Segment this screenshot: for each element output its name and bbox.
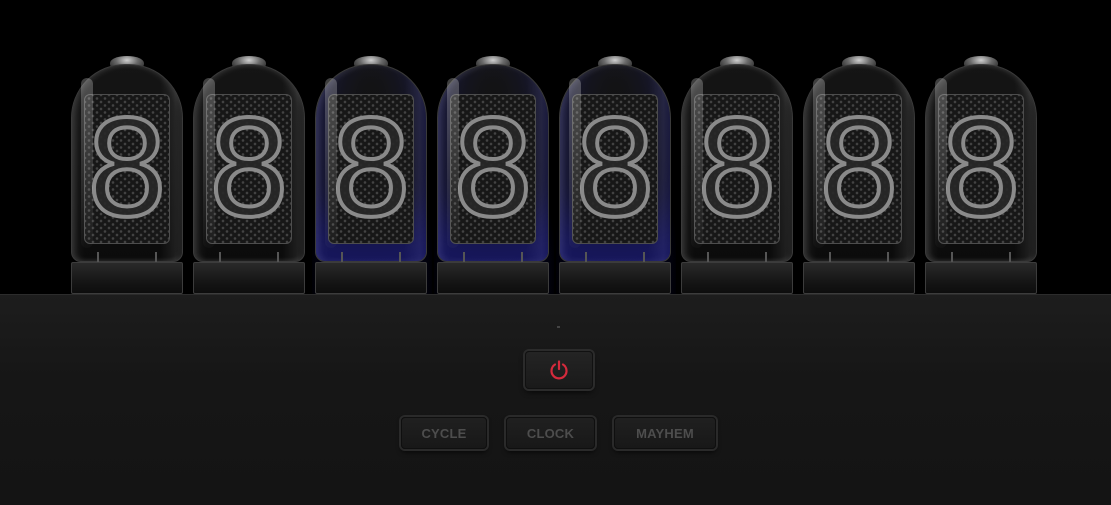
tube-shine: [813, 78, 825, 248]
tube-digit: 8: [205, 93, 293, 247]
nixie-tube-2: 8: [193, 56, 305, 294]
nixie-tube-3: 8: [315, 56, 427, 294]
tube-shine: [691, 78, 703, 248]
tube-shine: [935, 78, 947, 248]
nixie-tube-1: 8: [71, 56, 183, 294]
cycle-button[interactable]: CYCLE: [401, 417, 487, 449]
tube-shine: [325, 78, 337, 248]
mayhem-button[interactable]: MAYHEM: [614, 417, 716, 449]
power-icon: [550, 360, 568, 380]
nixie-tube-7: 8: [803, 56, 915, 294]
tube-digit: 8: [449, 93, 537, 247]
power-button[interactable]: [525, 351, 593, 389]
tube-base: [925, 262, 1037, 294]
tube-shine: [203, 78, 215, 248]
tube-shine: [569, 78, 581, 248]
tube-shine: [447, 78, 459, 248]
tube-digit: 8: [815, 93, 903, 247]
tube-base: [681, 262, 793, 294]
nixie-tube-6: 8: [681, 56, 793, 294]
tube-base: [71, 262, 183, 294]
tube-base: [559, 262, 671, 294]
tube-base: [193, 262, 305, 294]
tube-base: [803, 262, 915, 294]
clock-button[interactable]: CLOCK: [506, 417, 595, 449]
tube-base: [315, 262, 427, 294]
power-indicator-led: [557, 326, 560, 328]
tube-digit: 8: [83, 93, 171, 247]
tube-digit: 8: [327, 93, 415, 247]
nixie-tube-4: 8: [437, 56, 549, 294]
tube-base: [437, 262, 549, 294]
nixie-tube-5: 8: [559, 56, 671, 294]
tube-digit: 8: [937, 93, 1025, 247]
tube-shine: [81, 78, 93, 248]
control-panel: CYCLE CLOCK MAYHEM: [0, 294, 1111, 505]
nixie-clock: 8 8 8 8 8 8 8 8 CYCLE CLOCK MAYHEM: [0, 0, 1111, 505]
tube-digit: 8: [571, 93, 659, 247]
nixie-tube-8: 8: [925, 56, 1037, 294]
tube-row: 8 8 8 8 8 8 8 8: [0, 0, 1111, 295]
tube-digit: 8: [693, 93, 781, 247]
